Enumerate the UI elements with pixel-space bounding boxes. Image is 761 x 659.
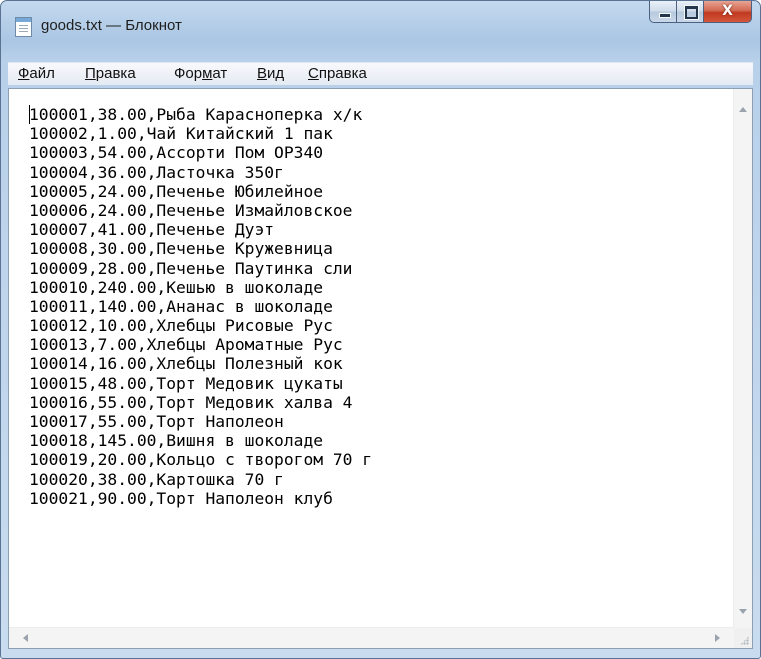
- text-line: 100012,10.00,Хлебцы Рисовые Рус: [29, 316, 333, 336]
- menu-format[interactable]: Формат: [174, 63, 227, 85]
- text-line: 100021,90.00,Торт Наполеон клуб: [29, 488, 333, 508]
- text-line: 100011,140.00,Ананас в шоколаде: [29, 296, 333, 316]
- menu-bar: Файл Правка Формат Вид Справка: [8, 62, 753, 85]
- close-icon: X: [722, 3, 733, 19]
- text-line: 100004,36.00,Ласточка 350г: [29, 162, 284, 182]
- horizontal-scrollbar[interactable]: [9, 627, 734, 648]
- notepad-window: goods.txt — Блокнот X Файл Правка Формат…: [0, 0, 761, 659]
- close-button[interactable]: X: [704, 1, 752, 23]
- document-text[interactable]: 100001,38.00,Рыба Карасноперка х/к 100002…: [29, 105, 729, 595]
- menu-help[interactable]: Справка: [308, 63, 367, 85]
- text-line: 100019,20.00,Кольцо с творогом 70 г: [29, 450, 373, 470]
- scroll-up-icon[interactable]: [739, 107, 747, 112]
- text-line: 100016,55.00,Торт Медовик халва 4: [29, 392, 353, 412]
- text-line: 100007,41.00,Печенье Дуэт: [29, 220, 275, 240]
- title-bar[interactable]: goods.txt — Блокнот X: [1, 1, 760, 51]
- text-line: 100009,28.00,Печенье Паутинка сли: [29, 258, 353, 278]
- vertical-scrollbar[interactable]: [733, 89, 752, 628]
- text-line: 100017,55.00,Торт Наполеон: [29, 412, 284, 431]
- text-editor[interactable]: 100001,38.00,Рыба Карасноперка х/к 100002…: [8, 88, 753, 649]
- text-line: 100013,7.00,Хлебцы Ароматные Рус: [29, 335, 343, 355]
- text-line: 100001,38.00,Рыба Карасноперка х/к: [29, 105, 363, 124]
- size-grip-icon[interactable]: [734, 628, 752, 648]
- menu-view[interactable]: Вид: [257, 63, 284, 85]
- text-line: 100018,145.00,Вишня в шоколаде: [29, 431, 324, 451]
- menu-file[interactable]: Файл: [18, 63, 55, 85]
- text-line: 100010,240.00,Кешью в шоколаде: [29, 277, 324, 297]
- scroll-down-icon[interactable]: [739, 609, 747, 614]
- text-line: 100014,16.00,Хлебцы Полезный кок: [29, 354, 343, 374]
- caption-buttons: X: [649, 1, 752, 23]
- maximize-icon: [685, 6, 698, 19]
- maximize-button[interactable]: [677, 1, 704, 23]
- minimize-button[interactable]: [649, 1, 677, 23]
- scroll-right-icon[interactable]: [715, 634, 720, 642]
- text-line: 100005,24.00,Печенье Юбилейное: [29, 181, 324, 201]
- text-line: 100006,24.00,Печенье Измайловское: [29, 200, 353, 220]
- text-line: 100015,48.00,Торт Медовик цукаты: [29, 373, 343, 393]
- window-title: goods.txt — Блокнот: [41, 17, 182, 34]
- text-caret: [29, 105, 30, 124]
- notepad-icon[interactable]: [15, 17, 32, 37]
- minimize-icon: [659, 13, 671, 18]
- scroll-left-icon[interactable]: [23, 634, 28, 642]
- text-line: 100002,1.00,Чай Китайский 1 пак: [29, 124, 333, 144]
- menu-edit[interactable]: Правка: [85, 63, 136, 85]
- text-line: 100008,30.00,Печенье Кружевница: [29, 239, 333, 259]
- text-line: 100003,54.00,Ассорти Пом ОР340: [29, 143, 324, 163]
- text-line: 100020,38.00,Картошка 70 г: [29, 469, 284, 489]
